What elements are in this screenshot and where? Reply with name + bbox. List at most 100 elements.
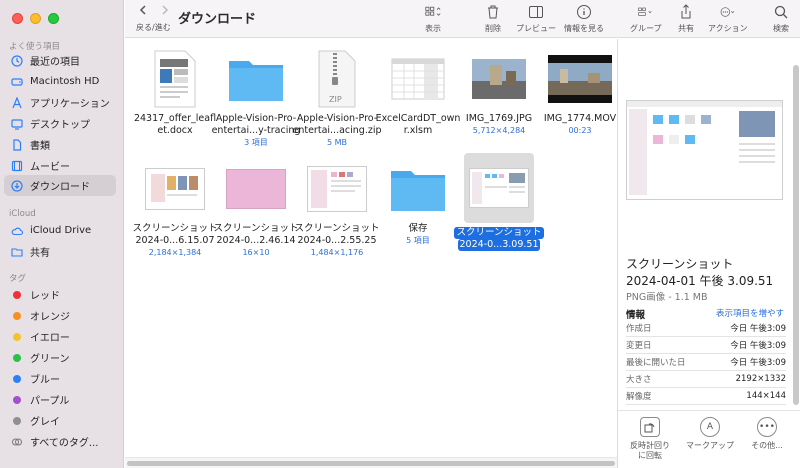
sidebar-item-label: グレイ xyxy=(30,417,60,428)
info-row: 変更日 今日 午後3:09 xyxy=(626,337,786,354)
sidebar-tag-blue[interactable]: ブルー xyxy=(4,368,116,389)
info-button-label: 情報を見る xyxy=(564,24,604,33)
horizontal-scrollbar[interactable] xyxy=(125,457,617,468)
clock-icon xyxy=(10,54,23,67)
file-name-line2: et.docx xyxy=(157,125,193,136)
sidebar-item-macintosh-hd[interactable]: Macintosh HD xyxy=(4,71,116,92)
file-name-line2: 2024-0...3.09.51 xyxy=(457,239,541,251)
sidebar-item-label: ダウンロード xyxy=(30,182,90,193)
forward-arrow-icon[interactable] xyxy=(159,4,171,16)
file-item[interactable]: 24317_offer_leafl et.docx xyxy=(133,49,217,137)
sidebar-tag-red[interactable]: レッド xyxy=(4,284,116,305)
sidebar-item-movies[interactable]: ムービー xyxy=(4,155,116,176)
action-button[interactable]: アクション xyxy=(708,4,748,34)
show-more-link[interactable]: 表示項目を増やす xyxy=(716,307,784,319)
sidebar-item-label: iCloud Drive xyxy=(30,225,92,236)
file-name-line2: 2024-0...6.15.07 xyxy=(135,235,215,246)
file-item[interactable]: スクリーンショット 2024-0...2.55.25 1,484×1,176 xyxy=(294,159,380,258)
folder-item[interactable]: Apple-Vision-Pro- entertai...y-tracing 3… xyxy=(212,49,300,148)
preview-button[interactable]: プレビュー xyxy=(516,4,556,34)
scrollbar-thumb[interactable] xyxy=(127,461,615,466)
info-key: 最後に開いた日 xyxy=(626,358,686,368)
search-button[interactable]: 検索 xyxy=(773,4,789,34)
sidebar-item-icloud-drive[interactable]: iCloud Drive xyxy=(4,220,116,241)
sidebar-item-documents[interactable]: 書類 xyxy=(4,134,116,155)
sidebar-item-label: レッド xyxy=(30,291,60,302)
screenshot-thumbnail xyxy=(224,159,288,219)
file-subtitle: 00:23 xyxy=(568,126,592,135)
sidebar-tag-purple[interactable]: パープル xyxy=(4,389,116,410)
download-icon xyxy=(10,179,23,192)
document-icon xyxy=(10,138,23,151)
file-item[interactable]: ExcelCardDT_own r.xlsm xyxy=(376,49,460,137)
share-button[interactable]: 共有 xyxy=(678,4,694,34)
jpg-thumbnail xyxy=(467,49,531,109)
icloud-header: iCloud xyxy=(9,209,36,219)
rotate-left-label: 反時計回り xyxy=(630,441,670,450)
info-button[interactable]: 情報を見る xyxy=(564,4,604,34)
sidebar-item-label: 共有 xyxy=(30,248,50,259)
minimize-window-button[interactable] xyxy=(30,13,41,24)
preview-pane: スクリーンショット 2024-04-01 午後 3.09.51 PNG画像 - … xyxy=(617,39,800,468)
info-row: 最後に開いた日 今日 午後3:09 xyxy=(626,354,786,371)
sidebar-item-applications[interactable]: アプリケーション xyxy=(4,92,116,113)
markup-icon: A xyxy=(700,417,720,437)
sidebar-item-label: ブルー xyxy=(30,375,60,386)
rotate-left-icon xyxy=(640,417,660,437)
info-row: 作成日 今日 午後3:09 xyxy=(626,320,786,337)
file-name: 保存 xyxy=(408,223,428,234)
info-key: 解像度 xyxy=(626,392,652,402)
info-value: 今日 午後3:09 xyxy=(730,324,786,334)
file-item[interactable]: IMG_1769.JPG 5,712×4,284 xyxy=(457,49,541,136)
info-row: 大きさ 2192×1332 xyxy=(626,371,786,388)
sidebar-item-recents[interactable]: 最近の項目 xyxy=(4,50,116,71)
more-button[interactable]: ••• その他... xyxy=(737,417,797,451)
zoom-window-button[interactable] xyxy=(48,13,59,24)
delete-button[interactable]: 削除 xyxy=(485,4,501,34)
mov-thumbnail xyxy=(548,49,612,109)
info-key: 作成日 xyxy=(626,324,652,334)
markup-button[interactable]: A マークアップ xyxy=(680,417,740,451)
file-item-selected[interactable]: スクリーンショット 2024-0...3.09.51 xyxy=(454,153,544,251)
back-arrow-icon[interactable] xyxy=(137,4,149,16)
file-item[interactable]: IMG_1774.MOV 00:23 xyxy=(538,49,622,136)
sidebar-tag-green[interactable]: グリーン xyxy=(4,347,116,368)
rotate-left-button[interactable]: 反時計回り に回転 xyxy=(620,417,680,461)
sidebar-item-downloads[interactable]: ダウンロード xyxy=(4,175,116,196)
file-subtitle: 3 項目 xyxy=(244,138,268,147)
file-subtitle: 5 項目 xyxy=(406,236,430,245)
file-name: スクリーンショット xyxy=(213,223,299,234)
window-title: ダウンロード xyxy=(178,12,257,27)
file-item[interactable]: スクリーンショット 2024-0...2.46.14 16×10 xyxy=(213,159,299,258)
shared-folder-icon xyxy=(10,245,23,258)
sidebar-item-label: グリーン xyxy=(30,354,70,365)
tag-dot-red-icon xyxy=(10,288,23,301)
file-subtitle: 1,484×1,176 xyxy=(310,248,364,257)
nav-arrows xyxy=(137,4,171,16)
folder-item[interactable]: 保存 5 項目 xyxy=(376,159,460,246)
view-button[interactable]: 表示 xyxy=(425,4,441,34)
group-button[interactable]: グループ xyxy=(630,4,662,34)
sidebar-item-desktop[interactable]: デスクトップ xyxy=(4,113,116,134)
preview-title-line2: 2024-04-01 午後 3.09.51 xyxy=(626,274,774,288)
sidebar-tag-orange[interactable]: オレンジ xyxy=(4,305,116,326)
close-window-button[interactable] xyxy=(12,13,23,24)
info-value: 144×144 xyxy=(746,391,786,401)
sidebar: よく使う項目 最近の項目 Macintosh HD アプリケーション デスクトッ… xyxy=(0,0,124,468)
info-key: 変更日 xyxy=(626,341,652,351)
share-button-label: 共有 xyxy=(678,24,694,33)
file-name: IMG_1774.MOV xyxy=(543,113,617,124)
quick-actions: 反時計回り に回転 A マークアップ ••• その他... xyxy=(618,410,800,468)
ellipsis-icon: ••• xyxy=(757,417,777,437)
sidebar-item-shared[interactable]: 共有 xyxy=(4,241,116,262)
more-label: その他... xyxy=(751,441,783,450)
sidebar-tag-yellow[interactable]: イエロー xyxy=(4,326,116,347)
file-subtitle: 16×10 xyxy=(242,248,270,257)
rotate-left-label-line2: に回転 xyxy=(638,451,662,460)
search-button-label: 検索 xyxy=(773,24,789,33)
sidebar-tag-gray[interactable]: グレイ xyxy=(4,410,116,431)
folder-icon xyxy=(224,49,288,109)
vertical-scrollbar[interactable] xyxy=(793,65,799,405)
file-item[interactable]: スクリーンショット 2024-0...6.15.07 2,184×1,384 xyxy=(132,159,218,258)
sidebar-all-tags[interactable]: すべてのタグ... xyxy=(4,431,116,452)
